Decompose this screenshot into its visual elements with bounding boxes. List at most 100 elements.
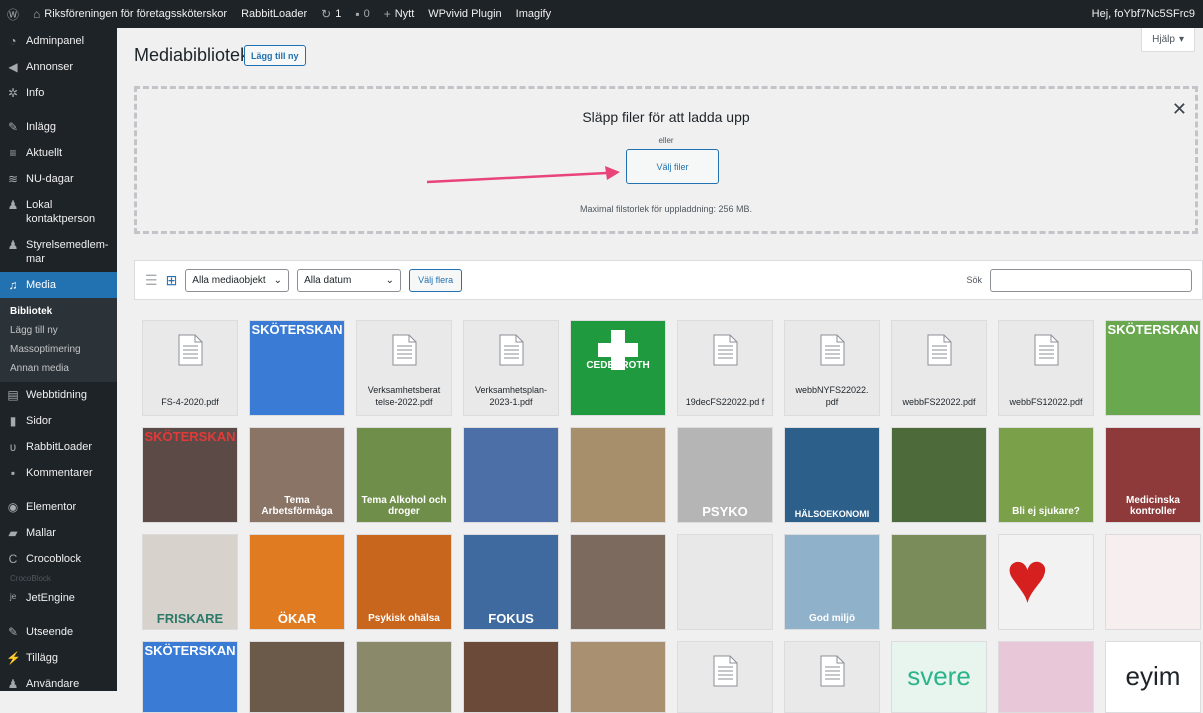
gear-icon: ✲ <box>7 86 19 100</box>
media-attachment[interactable] <box>463 427 559 523</box>
site-name-link[interactable]: ⌂ Riksföreningen för företagssköterskor <box>26 0 234 28</box>
crocoblock-icon: C <box>8 552 18 566</box>
media-attachment[interactable] <box>891 427 987 523</box>
media-attachment[interactable]: eyim <box>1105 641 1201 713</box>
attachment-filename: FS-4-2020.pdf <box>161 397 219 407</box>
media-attachment[interactable]: ♥ <box>998 534 1094 630</box>
imagify-link[interactable]: Imagify <box>509 0 558 28</box>
thumbnail-text: svere <box>907 661 971 691</box>
wordpress-logo[interactable]: Ⓦ <box>0 0 26 28</box>
menu-aktuellt[interactable]: ≡ Aktuellt <box>0 140 117 166</box>
menu-media[interactable]: ♫ Media <box>0 272 117 298</box>
media-attachment[interactable] <box>570 534 666 630</box>
grid-view-icon[interactable]: ⊞ <box>166 272 178 289</box>
attachment-filename: Verksamhetsplan-2023-1.pdf <box>474 385 548 407</box>
menu-info[interactable]: ✲ Info <box>0 80 117 106</box>
media-attachment[interactable]: SKÖTERSKAN <box>1105 320 1201 416</box>
media-attachment[interactable]: Verksamhetsplan-2023-1.pdf <box>463 320 559 416</box>
menu-mallar[interactable]: ▰ Mallar <box>0 520 117 546</box>
menu-jetengine[interactable]: ʲᵉ JetEngine <box>0 585 117 611</box>
select-files-button[interactable]: Välj filer <box>626 149 719 184</box>
media-attachment[interactable] <box>570 641 666 713</box>
thumbnail-text: SKÖTERSKAN <box>144 429 236 444</box>
thumbnail-text: Psykisk ohälsa <box>368 613 440 624</box>
search-input[interactable] <box>990 268 1192 292</box>
media-attachment[interactable]: SKÖTERSKAN <box>142 641 238 713</box>
add-new-button[interactable]: Lägg till ny <box>244 45 306 66</box>
rabbit-icon: ʋ <box>9 440 17 454</box>
media-attachment[interactable] <box>249 641 345 713</box>
media-attachment[interactable]: SKÖTERSKAN <box>142 427 238 523</box>
person-icon: ♟ <box>7 238 19 252</box>
menu-sidor[interactable]: ▮ Sidor <box>0 408 117 434</box>
media-attachment[interactable]: 19decFS22022.pd f <box>677 320 773 416</box>
media-attachment[interactable]: Verksamhetsberat telse-2022.pdf <box>356 320 452 416</box>
menu-utseende[interactable]: ✎ Utseende <box>0 619 117 645</box>
media-attachment[interactable] <box>784 641 880 713</box>
media-attachment[interactable] <box>1105 534 1201 630</box>
media-attachment[interactable]: PSYKO <box>677 427 773 523</box>
menu-lokal-kontaktperson[interactable]: ♟ Lokal kontaktperson <box>0 192 117 232</box>
submenu-lagg-till-ny[interactable]: Lägg till ny <box>0 321 117 340</box>
media-attachment[interactable] <box>998 641 1094 713</box>
jetengine-icon: ʲᵉ <box>9 591 17 605</box>
media-type-filter[interactable]: Alla mediaobjekt ⌄ <box>185 268 290 292</box>
media-attachment[interactable]: Bli ej sjukare? <box>998 427 1094 523</box>
media-attachment[interactable]: webbNYFS22022. pdf <box>784 320 880 416</box>
media-attachment[interactable]: SKÖTERSKAN <box>249 320 345 416</box>
menu-webbtidning[interactable]: ▤ Webbtidning <box>0 382 117 408</box>
thumbnail-text: SKÖTERSKAN <box>251 322 343 337</box>
rabbitloader-link[interactable]: RabbitLoader <box>234 0 314 28</box>
account-menu[interactable]: Hej, foYbf7Nc5SFrc9 <box>1085 0 1203 28</box>
help-tab[interactable]: Hjälp ▾ <box>1141 28 1195 52</box>
crocoblock-separator: CrocoBlock <box>10 574 51 583</box>
menu-kommentarer[interactable]: ▪ Kommentarer <box>0 460 117 486</box>
media-attachment[interactable] <box>677 641 773 713</box>
media-attachment[interactable] <box>463 641 559 713</box>
thumbnail-text: SKÖTERSKAN <box>1107 322 1199 337</box>
comments-link[interactable]: ▪ 0 <box>348 0 376 28</box>
media-attachment[interactable]: Tema Alkohol och droger <box>356 427 452 523</box>
menu-anvandare[interactable]: ♟ Användare <box>0 671 117 691</box>
submenu-massoptimering[interactable]: Massoptimering <box>0 340 117 359</box>
updates-link[interactable]: ↻ 1 <box>314 0 348 28</box>
media-attachment[interactable]: Tema Arbetsförmåga <box>249 427 345 523</box>
wpvivid-link[interactable]: WPvivid Plugin <box>421 0 508 28</box>
bulk-select-button[interactable]: Välj flera <box>409 268 463 292</box>
menu-inlagg[interactable]: ✎ Inlägg <box>0 114 117 140</box>
menu-adminpanel[interactable]: ◔ Adminpanel <box>0 28 117 54</box>
list-view-icon[interactable]: ☰ <box>145 272 158 289</box>
media-attachment[interactable] <box>677 534 773 630</box>
menu-rabbitloader[interactable]: ʋ RabbitLoader <box>0 434 117 460</box>
close-icon[interactable]: ✕ <box>1172 99 1187 120</box>
media-attachment[interactable]: HÄLSOEKONOMI <box>784 427 880 523</box>
media-attachment[interactable]: FRISKARE <box>142 534 238 630</box>
media-attachment[interactable]: svere <box>891 641 987 713</box>
media-attachment[interactable] <box>891 534 987 630</box>
upload-dropzone[interactable]: Släpp filer för att ladda upp eller Välj… <box>134 86 1198 234</box>
media-attachment[interactable]: ÖKAR <box>249 534 345 630</box>
media-attachment[interactable]: God miljö <box>784 534 880 630</box>
date-filter[interactable]: Alla datum ⌄ <box>297 268 402 292</box>
media-attachment[interactable]: Medicinska kontroller <box>1105 427 1201 523</box>
media-attachment[interactable]: FS-4-2020.pdf <box>142 320 238 416</box>
menu-styrelsemedlemmar[interactable]: ♟ Styrelsemedlem-mar <box>0 232 117 272</box>
submenu-annan-media[interactable]: Annan media <box>0 359 117 378</box>
media-attachment[interactable] <box>570 427 666 523</box>
comment-icon: ▪ <box>10 466 16 480</box>
thumbnail-text: eyim <box>1125 661 1181 691</box>
menu-tillagg[interactable]: ⚡ Tillägg <box>0 645 117 671</box>
menu-annonser[interactable]: ◀ Annonser <box>0 54 117 80</box>
menu-nu-dagar[interactable]: ≋ NU-dagar <box>0 166 117 192</box>
media-attachment[interactable]: Psykisk ohälsa <box>356 534 452 630</box>
media-attachment[interactable] <box>356 641 452 713</box>
media-attachment[interactable]: webbFS12022.pdf <box>998 320 1094 416</box>
media-attachment[interactable]: FOKUS <box>463 534 559 630</box>
menu-elementor[interactable]: ◉ Elementor <box>0 494 117 520</box>
submenu-bibliotek[interactable]: Bibliotek <box>0 302 117 321</box>
media-attachment[interactable]: CEDERROTH <box>570 320 666 416</box>
media-attachment[interactable]: webbFS22022.pdf <box>891 320 987 416</box>
new-content-link[interactable]: + Nytt <box>377 0 422 28</box>
document-icon <box>927 334 952 366</box>
menu-crocoblock[interactable]: C Crocoblock <box>0 546 117 572</box>
